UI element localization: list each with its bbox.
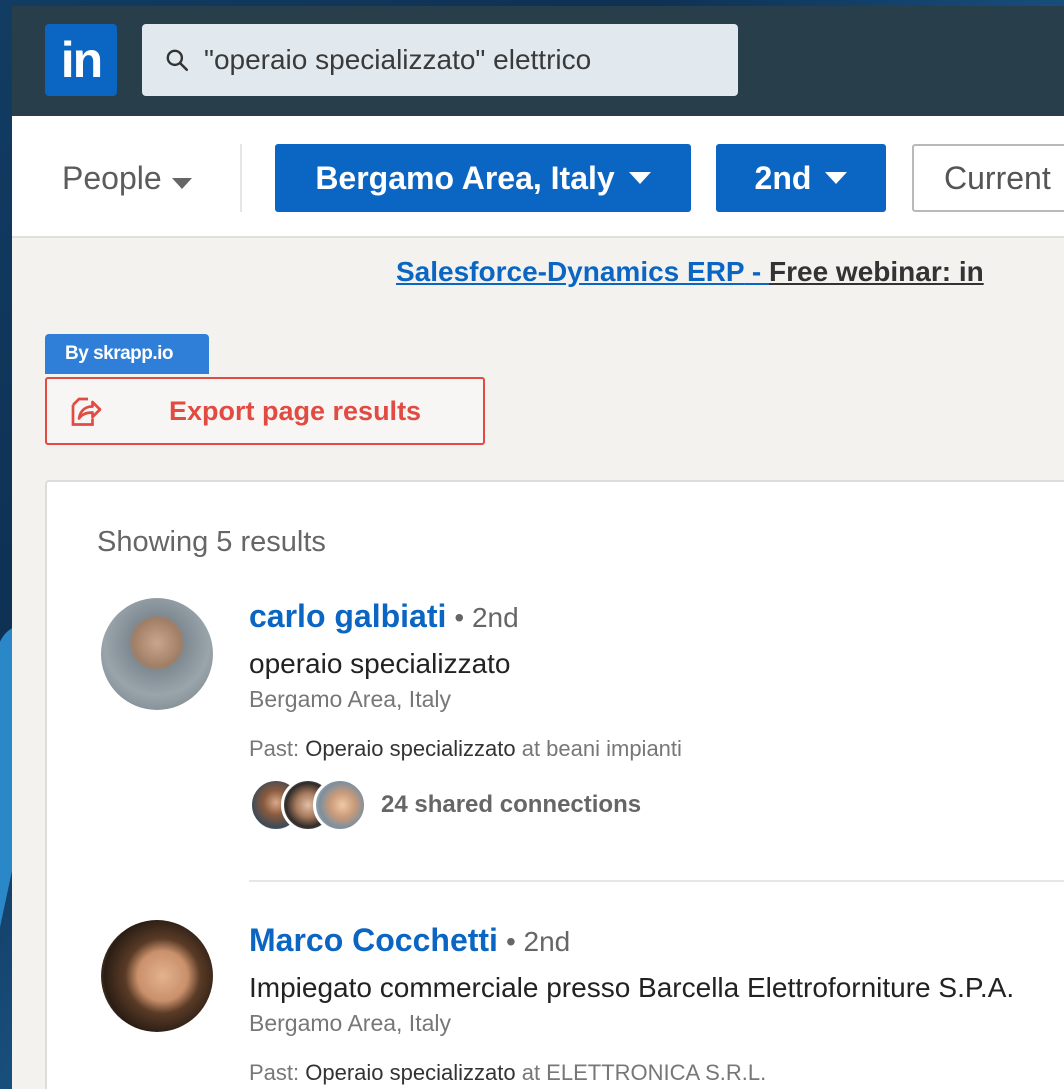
profile-past-position: Past: Operaio specializzato at beani imp… (249, 736, 682, 762)
shared-connections[interactable]: 24 shared connections (249, 778, 641, 832)
ad-link[interactable]: Salesforce-Dynamics ERP (396, 256, 744, 287)
connection-degree-label: 2nd (754, 159, 812, 196)
profile-name-link[interactable]: Marco Cocchetti (249, 922, 498, 959)
skrapp-badge: By skrapp.io (45, 334, 209, 374)
search-results-card: Showing 5 results carlo galbiati • 2nd o… (45, 480, 1064, 1089)
ad-separator: - (744, 256, 769, 287)
profile-avatar[interactable] (101, 598, 213, 710)
profile-avatar[interactable] (101, 920, 213, 1032)
profile-name-link[interactable]: carlo galbiati (249, 598, 446, 635)
result-divider (249, 880, 1064, 882)
search-query-text: "operaio specializzato" elettrico (204, 44, 592, 75)
past-prefix: Past: (249, 1060, 306, 1085)
chevron-down-icon (825, 172, 848, 184)
ad-text[interactable]: Free webinar: in (769, 256, 984, 287)
profile-headline: operaio specializzato (249, 648, 511, 679)
past-prefix: Past: (249, 736, 306, 761)
search-icon (166, 49, 189, 72)
current-company-label: Current (944, 159, 1051, 196)
connection-degree: • 2nd (505, 926, 571, 957)
past-title: Operaio specializzato (305, 736, 516, 761)
location-filter-label: Bergamo Area, Italy (315, 159, 615, 196)
results-count: Showing 5 results (97, 526, 326, 558)
search-filter-bar: People Bergamo Area, Italy 2nd Current (12, 116, 1064, 238)
shared-connection-avatar (313, 778, 367, 832)
connection-degree-filter-button[interactable]: 2nd (716, 144, 886, 212)
profile-headline: Impiegato commerciale presso Barcella El… (249, 972, 1015, 1003)
profile-location: Bergamo Area, Italy (249, 686, 451, 712)
top-navigation: in "operaio specializzato" elettrico (12, 6, 1064, 116)
result-name-row: Marco Cocchetti • 2nd (249, 922, 570, 959)
filter-divider (240, 144, 242, 212)
current-company-filter-button[interactable]: Current (912, 144, 1064, 212)
shared-connections-count: 24 shared connections (381, 791, 642, 818)
location-filter-button[interactable]: Bergamo Area, Italy (275, 144, 691, 212)
past-company: at beani impianti (515, 736, 682, 761)
result-name-row: carlo galbiati • 2nd (249, 598, 519, 635)
sponsored-ad-line[interactable]: Salesforce-Dynamics ERP - Free webinar: … (396, 256, 984, 288)
profile-past-position: Past: Operaio specializzato at ELETTRONI… (249, 1060, 766, 1086)
linkedin-logo-icon[interactable]: in (45, 24, 117, 96)
chevron-down-icon (171, 160, 192, 197)
result-type-dropdown[interactable]: People (62, 160, 192, 197)
past-title: Operaio specializzato (305, 1060, 516, 1085)
past-company: at ELETTRONICA S.R.L. (515, 1060, 767, 1085)
connection-degree: • 2nd (454, 602, 519, 633)
chevron-down-icon (628, 172, 651, 184)
search-input[interactable]: "operaio specializzato" elettrico (142, 24, 738, 96)
export-page-results-label: Export page results (169, 395, 422, 426)
browser-page: in "operaio specializzato" elettrico Peo… (12, 6, 1064, 1089)
export-page-results-button[interactable]: Export page results (45, 377, 485, 445)
profile-location: Bergamo Area, Italy (249, 1010, 451, 1036)
export-share-icon (71, 397, 102, 426)
result-type-label: People (62, 160, 162, 196)
